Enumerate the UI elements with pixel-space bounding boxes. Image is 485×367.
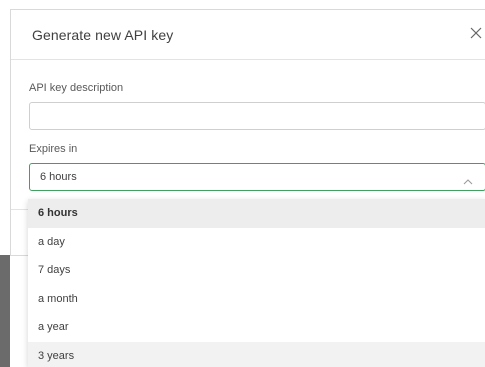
dropdown-option[interactable]: a year xyxy=(28,313,485,342)
modal-header: Generate new API key xyxy=(11,10,485,60)
dropdown-option[interactable]: 7 days xyxy=(28,256,485,285)
expires-in-selected-value: 6 hours xyxy=(40,171,77,183)
dropdown-option[interactable]: a month xyxy=(28,285,485,314)
expires-in-label: Expires in xyxy=(29,143,78,155)
modal-backdrop[interactable] xyxy=(0,255,10,367)
expires-in-select[interactable]: 6 hours xyxy=(29,163,485,191)
modal-title: Generate new API key xyxy=(32,27,174,43)
close-icon[interactable] xyxy=(469,26,483,40)
dropdown-option[interactable]: 6 hours xyxy=(28,199,485,228)
dropdown-option[interactable]: a day xyxy=(28,228,485,257)
page: Generate new API key API key description… xyxy=(0,0,485,367)
api-key-description-label: API key description xyxy=(29,82,124,94)
chevron-up-icon xyxy=(463,173,473,185)
dropdown-option[interactable]: 3 years xyxy=(28,341,485,367)
expires-in-dropdown: 6 hours a day 7 days a month a year 3 ye… xyxy=(28,199,485,367)
api-key-description-input[interactable] xyxy=(29,102,485,130)
